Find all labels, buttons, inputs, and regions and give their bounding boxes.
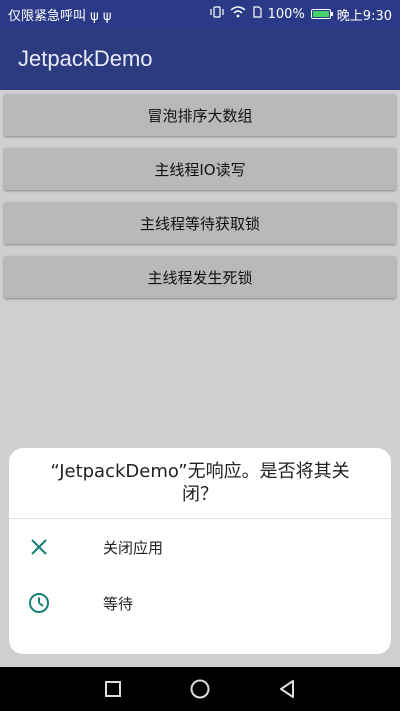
wait-option[interactable]: 等待 bbox=[9, 575, 391, 631]
main-thread-wait-lock-button[interactable]: 主线程等待获取锁 bbox=[4, 202, 396, 244]
clock-time: 晚上9:30 bbox=[336, 8, 392, 24]
clock-icon bbox=[27, 591, 51, 615]
anr-dialog: “JetpackDemo”无响应。是否将其关闭？ 关闭应用 等待 bbox=[9, 448, 391, 654]
bubble-sort-button[interactable]: 冒泡排序大数组 bbox=[4, 94, 396, 136]
vibrate-icon bbox=[210, 6, 224, 22]
close-app-option[interactable]: 关闭应用 bbox=[9, 519, 391, 575]
recents-icon[interactable] bbox=[99, 675, 127, 703]
main-thread-io-button[interactable]: 主线程IO读写 bbox=[4, 148, 396, 190]
app-bar: JetpackDemo bbox=[0, 28, 400, 90]
button-label: 主线程IO读写 bbox=[154, 160, 246, 179]
dialog-title: “JetpackDemo”无响应。是否将其关闭？ bbox=[50, 460, 350, 505]
button-label: 主线程发生死锁 bbox=[147, 268, 253, 287]
navigation-bar bbox=[0, 667, 400, 711]
button-label: 主线程等待获取锁 bbox=[139, 214, 260, 233]
close-icon bbox=[27, 535, 51, 559]
back-icon[interactable] bbox=[273, 675, 301, 703]
sim-icon bbox=[252, 6, 262, 22]
status-bar: 仅限紧急呼叫 ψ ψ 100% 晚上9:30 bbox=[0, 0, 400, 28]
home-icon[interactable] bbox=[186, 675, 214, 703]
carrier-text: 仅限紧急呼叫 ψ ψ bbox=[8, 8, 112, 24]
app-title: JetpackDemo bbox=[18, 46, 153, 71]
main-thread-deadlock-button[interactable]: 主线程发生死锁 bbox=[4, 256, 396, 298]
close-app-label: 关闭应用 bbox=[103, 538, 164, 557]
button-list: 冒泡排序大数组 主线程IO读写 主线程等待获取锁 主线程发生死锁 bbox=[4, 94, 396, 310]
battery-percent: 100% bbox=[267, 6, 305, 22]
wait-label: 等待 bbox=[103, 594, 134, 613]
battery-icon bbox=[310, 9, 333, 19]
button-label: 冒泡排序大数组 bbox=[147, 106, 253, 125]
wifi-icon bbox=[230, 6, 246, 22]
